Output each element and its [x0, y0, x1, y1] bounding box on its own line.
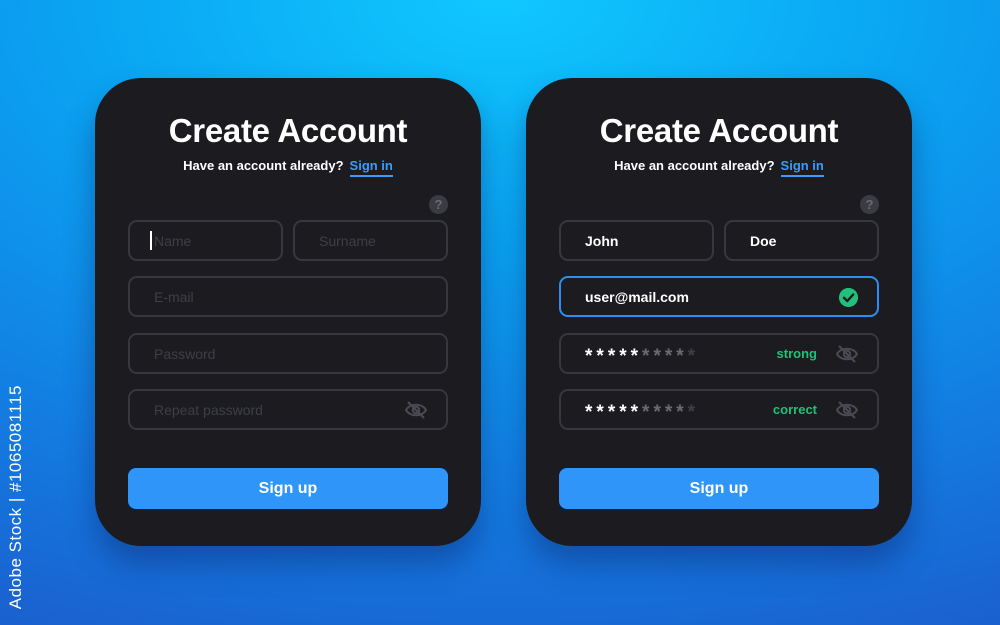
repeat-password-mask: * * * * * * * * * *	[585, 401, 696, 423]
sign-in-prompt-text: Have an account already?	[614, 158, 775, 173]
sign-in-prompt: Have an account already? Sign in	[95, 158, 481, 177]
email-input[interactable]: E-mail	[128, 276, 448, 317]
signup-card-filled: Create Account Have an account already? S…	[526, 78, 912, 546]
surname-placeholder: Surname	[319, 232, 376, 249]
name-value: John	[585, 232, 619, 249]
eye-off-icon[interactable]	[404, 400, 428, 420]
sign-in-prompt: Have an account already? Sign in	[526, 158, 912, 177]
sign-up-button[interactable]: Sign up	[128, 468, 448, 509]
help-icon[interactable]: ?	[860, 195, 879, 214]
sign-in-prompt-text: Have an account already?	[183, 158, 344, 173]
email-input[interactable]: user@mail.com	[559, 276, 879, 317]
password-input[interactable]: Password	[128, 333, 448, 374]
sign-in-link[interactable]: Sign in	[349, 158, 393, 177]
email-placeholder: E-mail	[154, 288, 194, 305]
email-value: user@mail.com	[585, 288, 689, 305]
name-input[interactable]: John	[559, 220, 714, 261]
password-placeholder: Password	[154, 345, 216, 362]
signup-card-empty: Create Account Have an account already? S…	[95, 78, 481, 546]
stock-id-label: Adobe Stock | #1065081115	[6, 385, 25, 610]
password-input[interactable]: * * * * * * * * * * strong	[559, 333, 879, 374]
password-mask: * * * * * * * * * *	[585, 345, 696, 367]
repeat-password-placeholder: Repeat password	[154, 401, 263, 418]
name-input[interactable]: Name	[128, 220, 283, 261]
repeat-password-input[interactable]: Repeat password	[128, 389, 448, 430]
check-circle-icon	[839, 288, 858, 307]
page-title: Create Account	[168, 112, 408, 149]
password-match-label: correct	[772, 402, 817, 417]
sign-in-link[interactable]: Sign in	[780, 158, 824, 177]
eye-off-icon[interactable]	[835, 344, 859, 364]
surname-value: Doe	[750, 232, 777, 249]
repeat-password-input[interactable]: * * * * * * * * * * correct	[559, 389, 879, 430]
password-strength-label: strong	[776, 346, 817, 361]
name-placeholder: Name	[154, 232, 192, 249]
surname-input[interactable]: Doe	[724, 220, 879, 261]
surname-input[interactable]: Surname	[293, 220, 448, 261]
eye-off-icon[interactable]	[835, 400, 859, 420]
sign-up-button[interactable]: Sign up	[559, 468, 879, 509]
help-icon[interactable]: ?	[429, 195, 448, 214]
page-title: Create Account	[599, 112, 839, 149]
text-caret	[150, 231, 152, 250]
